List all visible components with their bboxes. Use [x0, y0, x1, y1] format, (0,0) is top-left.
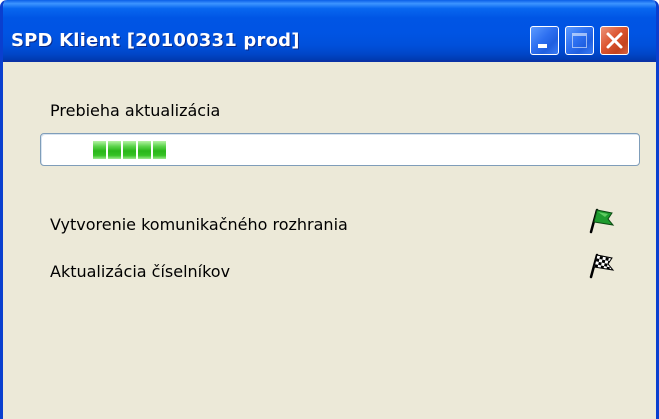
progress-block — [153, 141, 166, 159]
update-progress-bar — [40, 133, 640, 166]
status-label: Prebieha aktualizácia — [50, 101, 221, 120]
green-flag-icon — [589, 208, 615, 234]
close-icon — [606, 32, 623, 49]
progress-block — [138, 141, 151, 159]
checkered-flag-icon — [589, 253, 615, 279]
maximize-button — [565, 26, 594, 55]
title-bar[interactable]: SPD Klient [20100331 prod] — [3, 0, 656, 62]
step-label-codebooks-update: Aktualizácia číselníkov — [50, 262, 231, 281]
close-button[interactable] — [600, 26, 629, 55]
progress-block — [93, 141, 106, 159]
minimize-icon — [538, 44, 547, 48]
update-dialog-window: SPD Klient [20100331 prod] Prebieha aktu… — [0, 0, 659, 419]
window-title: SPD Klient [20100331 prod] — [11, 30, 300, 51]
progress-block — [108, 141, 121, 159]
maximize-icon — [572, 33, 587, 48]
step-label-communication-interface: Vytvorenie komunikačného rozhrania — [50, 215, 348, 234]
progress-block — [123, 141, 136, 159]
progress-marquee-blocks — [93, 141, 166, 159]
minimize-button[interactable] — [530, 26, 559, 55]
